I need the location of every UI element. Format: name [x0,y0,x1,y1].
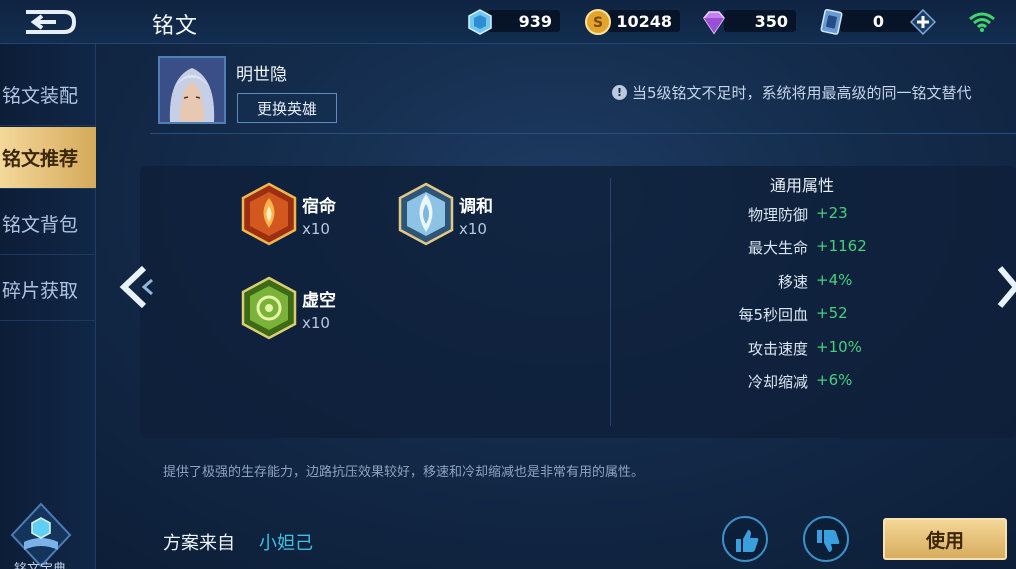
source-author-link[interactable]: 小妲己 [259,529,313,555]
sidebar-item-label: 铭文背包 [2,214,79,236]
rune-name: 宿命 [302,197,336,217]
attribute-label: 物理防御 [747,206,808,224]
sidebar-item-label: 铭文推荐 [2,148,79,170]
rune-count: x10 [459,220,487,238]
purple-diamond-icon [703,11,725,35]
divider [150,133,1016,134]
attribute-value: +23 [816,204,848,222]
sidebar-item-label: 铭文装配 [2,85,79,107]
blue-rune-icon [398,182,454,246]
rune-item-harmony[interactable]: 调和 x10 [397,182,517,248]
recommendation-description: 提供了极强的生存能力，边路抗压效果较好，移速和冷却缩减也是非常有用的属性。 [163,465,645,480]
attribute-row: 攻击速度 +10% [700,338,960,362]
attribute-row: 每5秒回血 +52 [700,304,960,328]
thumbs-up-icon [736,530,759,552]
gold-value: 10248 [608,10,680,32]
rune-count: x10 [302,314,330,332]
diamond-counter[interactable]: 350 [700,8,796,35]
change-hero-button[interactable]: 更换英雄 [237,93,337,123]
voucher-value: 939 [488,10,560,32]
notice-text: 当5级铭文不足时，系统将用最高级的同一铭文替代 [632,84,972,102]
hero-avatar-icon [160,58,224,122]
attribute-value: +52 [816,304,848,322]
voucher-counter[interactable]: 939 [466,8,560,35]
top-bar: 铭文 939 S 10248 350 0 [0,0,1016,44]
rune-item-fate[interactable]: 宿命 x10 [240,182,360,248]
use-button[interactable]: 使用 [883,518,1007,560]
rune-item-void[interactable]: 虚空 x10 [240,276,360,342]
green-rune-icon [241,276,297,340]
rune-count: x10 [302,220,330,238]
panel-divider [610,178,611,426]
sidebar-item-fragments[interactable]: 碎片获取 [0,259,96,321]
sidebar-item-label: 碎片获取 [2,280,79,302]
dislike-button[interactable] [803,516,849,562]
like-button[interactable] [722,516,768,562]
attribute-value: +10% [816,338,862,356]
codex-label: 铭文宝典 [14,558,66,569]
blue-crystal-icon [468,9,492,35]
rune-name: 虚空 [302,291,336,311]
wifi-icon [969,12,995,32]
ticket-value: 0 [840,10,920,32]
blue-card-icon [820,8,843,35]
source-label: 方案来自 [163,533,235,554]
hero-portrait [158,56,226,124]
prev-arrow-icon[interactable] [116,262,156,312]
attribute-value: +4% [816,271,853,289]
sidebar-item-recommend[interactable]: 铭文推荐 [0,127,96,189]
attribute-label: 攻击速度 [747,340,808,358]
attribute-label: 每5秒回血 [738,306,808,324]
attribute-row: 物理防御 +23 [700,204,960,228]
hero-name: 明世隐 [236,65,287,85]
attribute-label: 最大生命 [747,239,808,257]
notice: ! 当5级铭文不足时，系统将用最高级的同一铭文替代 [612,82,972,103]
plus-icon[interactable] [910,9,936,35]
attribute-row: 冷却缩减 +6% [700,371,960,395]
back-arrow-icon[interactable] [12,4,86,40]
ticket-counter[interactable]: 0 [818,8,942,35]
page-title: 铭文 [152,14,199,39]
gold-coin-icon: S [585,9,611,35]
attributes-title: 通用属性 [770,176,835,195]
thumbs-down-icon [817,530,840,552]
attribute-label: 移速 [777,273,808,291]
attribute-value: +1162 [816,237,867,255]
attribute-label: 冷却缩减 [747,373,808,391]
gold-counter[interactable]: S 10248 [584,8,680,35]
red-rune-icon [241,182,297,246]
attribute-value: +6% [816,371,853,389]
info-icon: ! [612,85,627,100]
diamond-value: 350 [724,10,796,32]
sidebar-item-bag[interactable]: 铭文背包 [0,193,96,255]
next-arrow-icon[interactable] [996,262,1016,312]
sidebar-item-equip[interactable]: 铭文装配 [0,64,96,126]
attribute-row: 最大生命 +1162 [700,237,960,261]
attribute-row: 移速 +4% [700,271,960,295]
rune-name: 调和 [459,197,493,217]
svg-text:S: S [593,15,603,31]
